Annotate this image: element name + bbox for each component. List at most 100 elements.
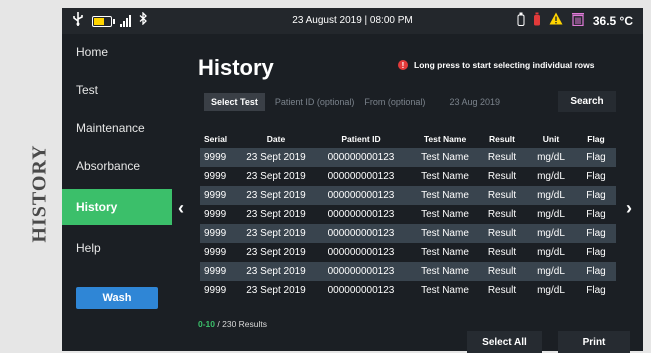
chevron-left-icon[interactable]: ‹ [178,198,184,219]
sidebar-item-absorbance[interactable]: Absorbance [62,148,172,184]
cell-serial: 9999 [204,171,227,182]
sidebar-item-label: Maintenance [76,121,145,135]
column-header-result: Result [489,134,515,144]
cell-patient-id: 000000000123 [327,247,395,258]
cell-result: Result [487,266,517,277]
from-date-field[interactable]: From (optional) [364,97,425,107]
cell-result: Result [487,228,517,239]
warning-icon [549,12,563,30]
table-row[interactable]: 9999 23 Sept 2019 000000000123 Test Name… [200,262,616,281]
cell-patient-id: 000000000123 [327,285,395,296]
sidebar: Home Test Maintenance Absorbance History… [62,34,172,351]
cell-test-name: Test Name [421,285,469,296]
sidebar-item-home[interactable]: Home [62,34,172,70]
wash-button[interactable]: Wash [76,287,158,309]
cell-patient-id: 000000000123 [327,152,395,163]
status-right-icons: 36.5 °C [517,12,633,30]
print-button[interactable]: Print [558,331,630,353]
cell-result: Result [487,285,517,296]
main-panel: ‹ › History ! Long press to start select… [172,34,643,353]
temperature-readout: 36.5 °C [592,14,633,28]
cell-date: 23 Sept 2019 [246,247,306,258]
cell-result: Result [487,190,517,201]
cell-test-name: Test Name [421,171,469,182]
column-header-unit: Unit [542,134,560,144]
sidebar-item-label: Absorbance [76,159,141,173]
results-total: / 230 Results [217,319,268,329]
cell-unit: mg/dL [537,228,565,239]
cell-date: 23 Sept 2019 [246,171,306,182]
search-button[interactable]: Search [558,91,616,112]
select-test-button[interactable]: Select Test [204,93,265,111]
filter-bar: Select Test Patient ID (optional) From (… [204,93,500,111]
results-count: 0-10 / 230 Results [198,319,267,329]
cell-flag: Flag [586,190,606,201]
table-row[interactable]: 9999 23 Sept 2019 000000000123 Test Name… [200,281,616,300]
table-row[interactable]: 9999 23 Sept 2019 000000000123 Test Name… [200,186,616,205]
cell-result: Result [487,247,517,258]
page-title: History [198,55,274,80]
cell-result: Result [487,152,517,163]
table-row[interactable]: 9999 23 Sept 2019 000000000123 Test Name… [200,167,616,186]
cell-result: Result [487,171,517,182]
cell-flag: Flag [586,209,606,220]
cell-unit: mg/dL [537,247,565,258]
cell-serial: 9999 [204,266,227,277]
cell-flag: Flag [586,171,606,182]
select-all-button[interactable]: Select All [467,331,542,353]
info-badge-icon: ! [398,60,408,70]
table-row[interactable]: 9999 23 Sept 2019 000000000123 Test Name… [200,148,616,167]
column-header-patient-id: Patient ID [341,134,381,144]
column-header-serial: Serial [204,134,228,144]
cell-date: 23 Sept 2019 [246,285,306,296]
cell-date: 23 Sept 2019 [246,228,306,239]
cell-flag: Flag [586,247,606,258]
table-row[interactable]: 9999 23 Sept 2019 000000000123 Test Name… [200,224,616,243]
sidebar-item-label: Home [76,45,109,59]
cell-unit: mg/dL [537,152,565,163]
sidebar-item-label: Test [76,83,99,97]
cell-patient-id: 000000000123 [327,171,395,182]
device-screen: 23 August 2019 | 08:00 PM 36.5 °C Home T… [62,8,643,353]
cell-date: 23 Sept 2019 [246,190,306,201]
cell-test-name: Test Name [421,266,469,277]
sidebar-item-history[interactable]: History [62,189,172,225]
cell-flag: Flag [586,266,606,277]
trash-icon [571,12,585,31]
column-header-test-name: Test Name [423,134,467,144]
cell-unit: mg/dL [537,285,565,296]
bottle-icon [517,12,525,31]
sidebar-item-help[interactable]: Help [62,230,172,266]
status-bar: 23 August 2019 | 08:00 PM 36.5 °C [62,8,643,34]
cell-serial: 9999 [204,190,227,201]
cell-unit: mg/dL [537,266,565,277]
sidebar-item-test[interactable]: Test [62,72,172,108]
selection-hint-text: Long press to start selecting individual… [414,60,595,70]
cell-patient-id: 000000000123 [327,190,395,201]
cell-date: 23 Sept 2019 [246,152,306,163]
cell-unit: mg/dL [537,190,565,201]
side-caption-text: HISTORY [28,143,51,243]
cell-test-name: Test Name [421,247,469,258]
cell-flag: Flag [586,228,606,239]
sidebar-item-maintenance[interactable]: Maintenance [62,110,172,146]
sidebar-item-label: Help [76,241,101,255]
patient-id-field[interactable]: Patient ID (optional) [275,97,355,107]
selection-hint: ! Long press to start selecting individu… [398,60,594,70]
side-caption: HISTORY [26,128,54,258]
cell-serial: 9999 [204,285,227,296]
cell-serial: 9999 [204,209,227,220]
cell-patient-id: 000000000123 [327,209,395,220]
cell-patient-id: 000000000123 [327,228,395,239]
table-row[interactable]: 9999 23 Sept 2019 000000000123 Test Name… [200,243,616,262]
table-row[interactable]: 9999 23 Sept 2019 000000000123 Test Name… [200,205,616,224]
cell-serial: 9999 [204,152,227,163]
sidebar-item-label: History [76,200,118,214]
column-header-flag: Flag [587,134,605,144]
results-range: 0-10 [198,319,216,329]
chevron-right-icon[interactable]: › [626,198,632,219]
to-date-field[interactable]: 23 Aug 2019 [449,97,500,107]
cell-test-name: Test Name [421,152,469,163]
cell-date: 23 Sept 2019 [246,209,306,220]
history-table: Serial Date Patient ID Test Name Result … [200,130,616,300]
